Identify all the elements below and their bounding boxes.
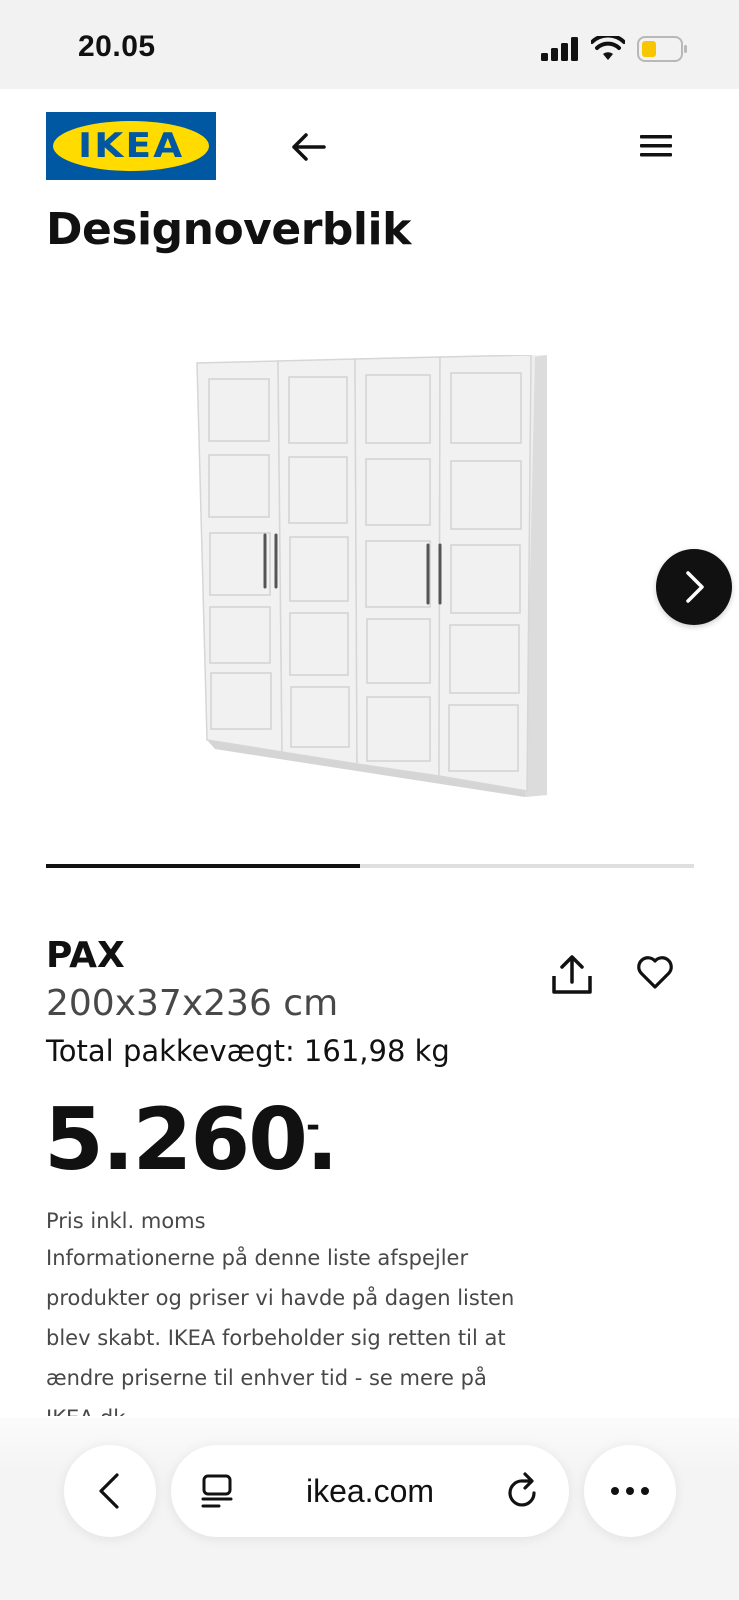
site-header: IKEA [0, 89, 739, 199]
status-time: 20.05 [78, 30, 156, 63]
status-bar: 20.05 [0, 0, 739, 89]
share-icon[interactable] [550, 954, 594, 998]
price-note: Pris inkl. moms [46, 1209, 206, 1233]
gallery-progress-fill [46, 864, 361, 868]
battery-icon [637, 36, 687, 62]
gallery-progress-bar[interactable] [46, 864, 694, 868]
reload-icon[interactable] [504, 1471, 542, 1511]
page-title: Designoverblik [46, 204, 411, 255]
browser-more-button[interactable] [584, 1445, 676, 1537]
chevron-right-icon [686, 571, 704, 603]
heart-icon[interactable] [636, 954, 674, 990]
logo-text: IKEA [77, 126, 185, 166]
hamburger-menu-icon[interactable] [636, 129, 676, 163]
ikea-logo[interactable]: IKEA [46, 112, 216, 180]
chevron-left-icon [99, 1473, 119, 1509]
arrow-left-icon[interactable] [288, 127, 328, 167]
more-dots-icon [611, 1487, 649, 1495]
price-suffix: - [306, 1106, 321, 1146]
product-image-wardrobe[interactable] [185, 355, 565, 815]
wifi-icon [591, 36, 625, 60]
logo-oval: IKEA [53, 121, 209, 171]
browser-back-button[interactable] [64, 1445, 156, 1537]
address-bar[interactable]: ikea.com [171, 1445, 569, 1537]
product-dimensions: 200x37x236 cm [46, 983, 339, 1024]
product-price: 5.260. [44, 1090, 339, 1190]
status-icons [541, 34, 689, 64]
next-image-button[interactable] [656, 549, 732, 625]
price-disclaimer: Informationerne på denne liste afspejler… [46, 1246, 515, 1416]
cellular-signal-icon [541, 37, 578, 61]
product-name: PAX [46, 935, 125, 976]
product-weight: Total pakkevægt: 161,98 kg [46, 1034, 450, 1068]
browser-toolbar: ikea.com [0, 1418, 739, 1600]
